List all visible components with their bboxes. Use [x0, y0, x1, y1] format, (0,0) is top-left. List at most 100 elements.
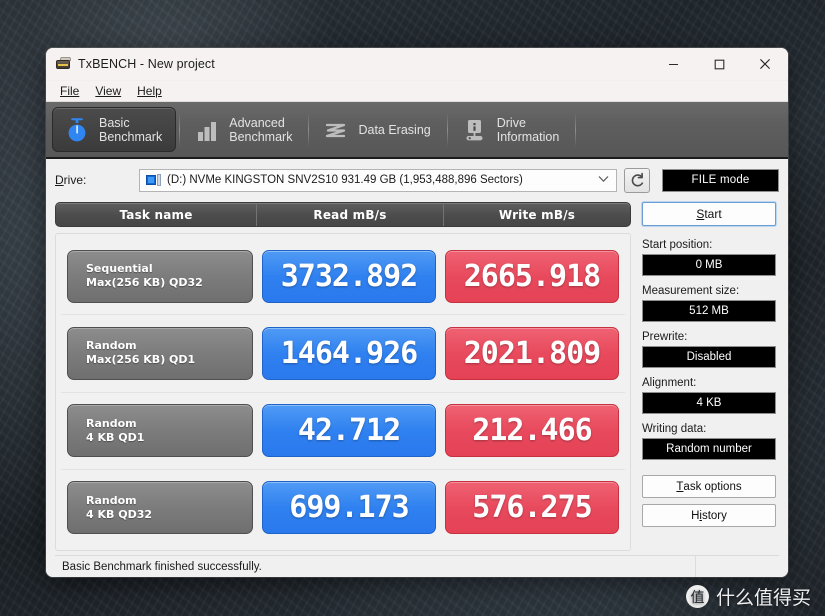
tab-advanced-line1: Advanced	[229, 115, 285, 130]
menu-view-label: View	[95, 83, 122, 98]
toolbar-tabs: Basic Benchmark Advanced Benchmark Data …	[46, 102, 788, 159]
tab-drive-line2: Information	[496, 129, 560, 144]
alignment-label: Alignment:	[642, 377, 697, 389]
tab-divider-3	[446, 112, 448, 147]
task-line1: Sequential	[86, 262, 153, 276]
start-position-label: Start position:	[642, 239, 713, 251]
tab-advanced-benchmark[interactable]: Advanced Benchmark	[183, 107, 305, 152]
tab-basic-line2: Benchmark	[99, 129, 163, 144]
tab-divider-1	[179, 112, 181, 147]
tab-basic-benchmark-label: Basic Benchmark	[99, 116, 162, 144]
watermark-badge: 值	[685, 585, 709, 608]
bar-chart-icon	[194, 116, 220, 144]
tab-divider-2	[308, 112, 310, 147]
results-rows: Sequential Max(256 KB) QD32 3732.892 266…	[55, 233, 631, 551]
window-controls	[650, 48, 788, 81]
tab-basic-line1: Basic	[99, 115, 130, 130]
side-panel: Start Start position: 0 MB Measurement s…	[631, 202, 779, 551]
status-message: Basic Benchmark finished successfully.	[62, 560, 262, 573]
task-pill[interactable]: Random Max(256 KB) QD1	[67, 326, 253, 380]
menu-help-label: Help	[137, 83, 162, 98]
start-position-value[interactable]: 0 MB	[642, 254, 776, 276]
history-button[interactable]: Hi story	[642, 504, 776, 527]
tab-advanced-benchmark-label: Advanced Benchmark	[229, 116, 292, 144]
tab-divider-4	[575, 112, 577, 147]
writing-data-label: Writing data:	[642, 423, 707, 435]
table-row: Random 4 KB QD1 42.712 212.466	[61, 393, 625, 470]
drive-info-icon	[462, 116, 488, 144]
header-task-name: Task name	[119, 207, 193, 222]
window-body: Drive: (D:) NVMe KINGSTON SNV2S10 931.49…	[46, 159, 788, 577]
tab-data-erasing-label: Data Erasing	[358, 123, 430, 137]
minimize-icon[interactable]	[650, 48, 696, 81]
write-value: 212.466	[445, 404, 619, 458]
writing-data-value[interactable]: Random number	[642, 438, 776, 460]
txbench-window: TxBENCH - New project File View Help Bas…	[46, 48, 788, 577]
window-title: TxBENCH - New project	[78, 57, 215, 71]
task-pill[interactable]: Random 4 KB QD32	[67, 481, 253, 535]
write-value: 2021.809	[445, 326, 619, 380]
drive-selection-row: Drive: (D:) NVMe KINGSTON SNV2S10 931.49…	[55, 167, 779, 193]
task-line2: 4 KB QD32	[86, 507, 153, 521]
tab-advanced-line2: Benchmark	[229, 129, 293, 144]
menu-item-file[interactable]: File	[52, 83, 87, 100]
chevron-down-icon[interactable]	[598, 174, 609, 186]
header-write: Write mB/s	[443, 203, 630, 226]
measurement-size-label: Measurement size:	[642, 285, 740, 297]
tab-erasing-line1: Data Erasing	[358, 122, 431, 137]
drive-selected-value: (D:) NVMe KINGSTON SNV2S10 931.49 GB (1,…	[167, 174, 523, 186]
menu-file-label: File	[60, 83, 80, 98]
stopwatch-icon	[64, 116, 90, 144]
menu-item-view[interactable]: View	[87, 83, 129, 100]
menu-item-help[interactable]: Help	[129, 83, 170, 100]
task-pill[interactable]: Random 4 KB QD1	[67, 404, 253, 458]
prewrite-value[interactable]: Disabled	[642, 346, 776, 368]
hard-drive-icon	[146, 173, 162, 187]
drive-select[interactable]: (D:) NVMe KINGSTON SNV2S10 931.49 GB (1,…	[139, 168, 617, 192]
table-row: Random 4 KB QD32 699.173 576.275	[61, 470, 625, 546]
status-grip	[695, 555, 779, 577]
read-value: 1464.926	[262, 326, 436, 380]
status-bar: Basic Benchmark finished successfully.	[55, 555, 779, 577]
task-line2: 4 KB QD1	[86, 430, 145, 444]
read-value: 699.173	[262, 481, 436, 535]
main-content: Task name Read mB/s Write mB/s Sequentia…	[55, 202, 779, 551]
prewrite-label: Prewrite:	[642, 331, 688, 343]
drive-label: Drive:	[55, 173, 87, 187]
drive-app-icon	[55, 56, 71, 72]
desktop-background: TxBENCH - New project File View Help Bas…	[0, 0, 825, 616]
task-line1: Random	[86, 493, 137, 507]
results-area: Task name Read mB/s Write mB/s Sequentia…	[55, 202, 631, 551]
eraser-wave-icon	[323, 116, 349, 144]
task-options-button[interactable]: Task options	[642, 475, 776, 498]
read-value: 42.712	[262, 404, 436, 458]
task-line2: Max(256 KB) QD1	[86, 353, 196, 367]
refresh-icon[interactable]	[624, 167, 650, 193]
results-header: Task name Read mB/s Write mB/s	[55, 202, 631, 227]
menu-bar: File View Help	[46, 81, 788, 102]
watermark: 值 什么值得买	[685, 583, 811, 610]
task-line1: Random	[86, 339, 137, 353]
tab-drive-information[interactable]: Drive Information	[451, 107, 573, 152]
task-pill[interactable]: Sequential Max(256 KB) QD32	[67, 249, 253, 303]
read-value: 3732.892	[262, 249, 436, 303]
tab-drive-information-label: Drive Information	[497, 116, 560, 144]
alignment-value[interactable]: 4 KB	[642, 392, 776, 414]
watermark-text: 什么值得买	[715, 587, 811, 609]
header-read: Read mB/s	[256, 203, 443, 226]
tab-basic-benchmark[interactable]: Basic Benchmark	[52, 107, 177, 152]
tab-data-erasing[interactable]: Data Erasing	[312, 107, 443, 152]
file-mode-button[interactable]: FILE mode	[662, 168, 779, 192]
table-row: Random Max(256 KB) QD1 1464.926 2021.809	[61, 315, 625, 393]
title-bar: TxBENCH - New project	[46, 48, 788, 81]
write-value: 576.275	[445, 481, 619, 535]
close-icon[interactable]	[742, 48, 788, 81]
tab-drive-line1: Drive	[496, 115, 526, 130]
measurement-size-value[interactable]: 512 MB	[642, 300, 776, 322]
write-value: 2665.918	[445, 249, 619, 303]
task-line1: Random	[86, 416, 137, 430]
start-button[interactable]: Start	[642, 202, 776, 226]
task-line2: Max(256 KB) QD32	[86, 276, 203, 290]
maximize-icon[interactable]	[696, 48, 742, 81]
table-row: Sequential Max(256 KB) QD32 3732.892 266…	[61, 238, 625, 316]
